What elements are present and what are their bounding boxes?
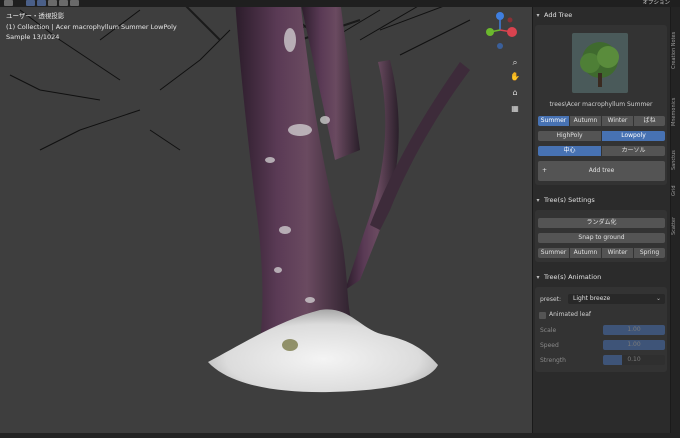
chevron-down-icon: ▾ — [536, 12, 540, 19]
tab-sanctus[interactable]: Sanctus — [671, 141, 680, 179]
select-mode-icon[interactable] — [26, 0, 35, 6]
collection-info: (1) Collection | Acer macrophyllum Summe… — [6, 23, 177, 31]
animated-leaf-label: Animated leaf — [549, 311, 592, 318]
tree-thumbnail-icon — [572, 33, 628, 93]
status-bar — [0, 433, 680, 438]
preview-tree-name: trees\Acer macrophyllum Summer — [549, 101, 653, 108]
camera-icon[interactable]: ⌂ — [510, 88, 520, 98]
add-tree-header[interactable]: ▾ Add Tree — [532, 9, 670, 21]
pan-hand-icon[interactable]: ✋ — [510, 72, 520, 82]
options-menu[interactable]: オプション — [642, 0, 670, 6]
snap-to-ground-button[interactable]: Snap to ground — [538, 233, 665, 243]
poly-lowpoly[interactable]: Lowpoly — [602, 131, 665, 141]
poly-highpoly[interactable]: HighPoly — [538, 131, 601, 141]
preset-label: preset: — [540, 296, 562, 303]
tab-scatter[interactable]: Scatter — [671, 203, 680, 249]
preset-dropdown[interactable]: Light breeze ⌄ — [568, 294, 665, 304]
speed-label: Speed — [540, 342, 559, 349]
add-season-summer[interactable]: Summer — [538, 116, 569, 126]
navigation-gizmo[interactable] — [484, 8, 524, 58]
tree-animation-header[interactable]: ▾ Tree(s) Animation — [532, 271, 670, 283]
tree-preview-thumbnail[interactable] — [572, 33, 628, 93]
select-extend-icon[interactable] — [37, 0, 46, 6]
settings-season-spring[interactable]: Spring — [634, 248, 665, 258]
add-season-spring[interactable]: ばね — [634, 116, 665, 126]
strength-label: Strength — [540, 357, 566, 364]
select-invert-icon[interactable] — [59, 0, 68, 6]
settings-season-summer[interactable]: Summer — [538, 248, 569, 258]
chevron-down-icon: ▾ — [536, 274, 540, 281]
strength-slider-fill — [603, 355, 623, 365]
tree-render — [9, 0, 471, 393]
sidebar-tabs: Scatter Grid Sanctus Mnemonics Creation … — [670, 7, 680, 434]
add-season-autumn[interactable]: Autumn — [570, 116, 601, 126]
3d-viewport[interactable]: ユーザー・透視投影 (1) Collection | Acer macrophy… — [0, 0, 532, 434]
scale-slider[interactable]: 1.00 — [603, 325, 665, 335]
animated-leaf-checkbox[interactable] — [539, 312, 546, 319]
render-sample-count: Sample 13/1024 — [6, 33, 60, 41]
tab-grid[interactable]: Grid — [671, 181, 680, 201]
zoom-icon[interactable]: ⌕ — [510, 58, 520, 68]
randomize-button[interactable]: ランダム化 — [538, 218, 665, 228]
origin-cursor[interactable]: カーソル — [602, 146, 665, 156]
grid-view-icon[interactable]: ▦ — [510, 104, 520, 114]
mode-icon[interactable] — [4, 0, 13, 6]
select-intersect-icon[interactable] — [70, 0, 79, 6]
settings-season-winter[interactable]: Winter — [602, 248, 633, 258]
tree-settings-header[interactable]: ▾ Tree(s) Settings — [532, 194, 670, 206]
view-name: ユーザー・透視投影 — [6, 12, 65, 20]
plus-icon: + — [542, 167, 548, 174]
add-season-winter[interactable]: Winter — [602, 116, 633, 126]
tab-mnemonics[interactable]: Mnemonics — [671, 85, 680, 139]
scale-label: Scale — [540, 327, 557, 334]
add-tree-button[interactable]: + Add tree — [538, 161, 665, 181]
select-subtract-icon[interactable] — [48, 0, 57, 6]
chevron-down-icon: ▾ — [536, 197, 540, 204]
chevron-down-icon: ⌄ — [655, 295, 661, 302]
strength-slider[interactable]: 0.10 — [603, 355, 665, 365]
settings-season-autumn[interactable]: Autumn — [570, 248, 601, 258]
top-header-strip: オプション — [0, 0, 680, 7]
speed-slider[interactable]: 1.00 — [603, 340, 665, 350]
origin-center[interactable]: 中心 — [538, 146, 601, 156]
tab-creation-notes[interactable]: Creation Notes — [671, 17, 680, 83]
